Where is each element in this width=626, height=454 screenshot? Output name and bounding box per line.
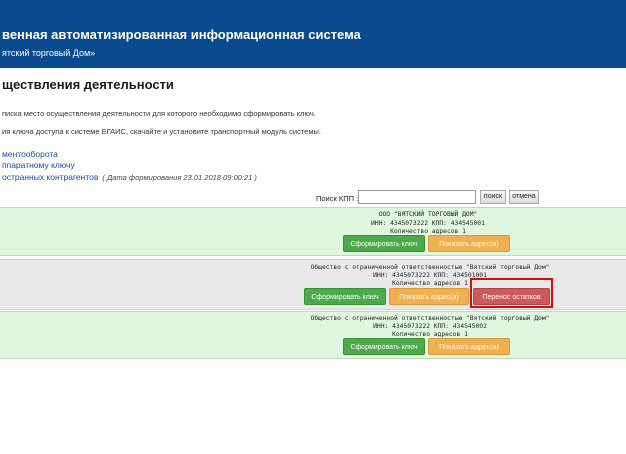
generate-key-button[interactable]: Сформировать ключ (343, 235, 425, 252)
organization-name: Общество с ограниченной ответственностью… (310, 315, 550, 322)
address-count: Количество адресов 1 (392, 331, 468, 338)
highlight-frame (470, 278, 553, 308)
link-foreign-contractors-row[interactable]: остранных контрагентов ( Дата формировани… (2, 172, 257, 182)
organization-name: Общество с ограниченной ответственностью… (310, 264, 550, 271)
organization-ids: ИНН: 4345073222 КПП: 434545001 (371, 220, 485, 227)
show-addresses-button[interactable]: Показать адрес(а) (389, 288, 469, 305)
system-title: венная автоматизированная информационная… (2, 27, 361, 42)
formed-date-note: ( Дата формирования 23.01.2018 09:00:21 … (102, 173, 257, 182)
organization-row: ООО "ВЯТСКИЙ ТОРГОВЫЙ ДОМ" ИНН: 43450732… (0, 207, 626, 256)
search-kpp-label: Поиск КПП : (316, 194, 359, 203)
search-kpp-input[interactable] (358, 190, 476, 204)
link-foreign-contractors[interactable]: остранных контрагентов (2, 172, 98, 182)
generate-key-button[interactable]: Сформировать ключ (343, 338, 425, 355)
instruction-text-1: писка место осуществления деятельности д… (2, 109, 316, 118)
organization-name: ООО "ВЯТСКИЙ ТОРГОВЫЙ ДОМ" (378, 211, 478, 218)
cancel-button[interactable]: отмена (509, 190, 539, 204)
link-hardware-key[interactable]: ппаратному ключу (2, 160, 75, 170)
organization-row: Общество с ограниченной ответственностью… (0, 311, 626, 359)
organization-name: ятский торговый Дом» (2, 48, 96, 58)
address-count: Количество адресов 1 (390, 228, 466, 235)
instruction-text-2: ия ключа доступа к системе ЕГАИС, скачай… (2, 127, 321, 136)
show-addresses-button[interactable]: Показать адрес(а) (428, 235, 510, 252)
show-addresses-button[interactable]: Показать адрес(а) (428, 338, 510, 355)
organization-ids: ИНН: 4345073222 КПП: 434545002 (373, 323, 487, 330)
generate-key-button[interactable]: Сформировать ключ (304, 288, 386, 305)
search-button[interactable]: поиск (480, 190, 506, 204)
app-header: венная автоматизированная информационная… (0, 0, 626, 68)
page-title: ществления деятельности (2, 77, 174, 92)
link-document-flow[interactable]: ментооборота (2, 149, 58, 159)
